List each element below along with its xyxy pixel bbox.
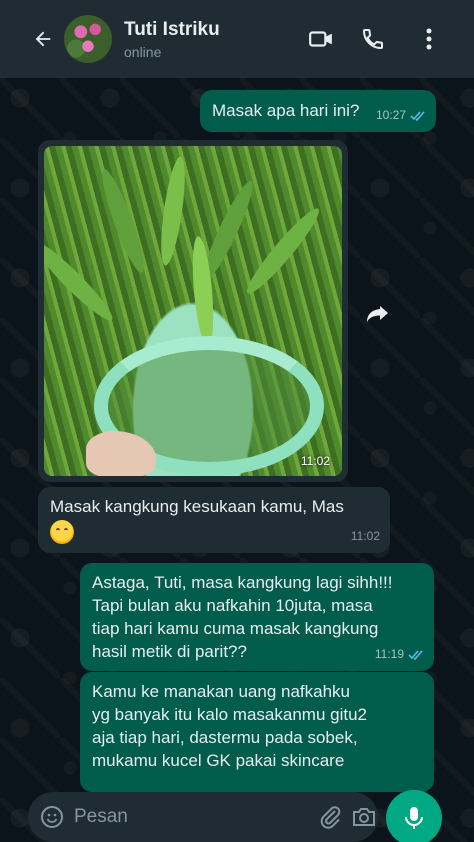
microphone-icon[interactable] (386, 790, 442, 842)
contact-info[interactable]: Tuti Istriku online (124, 19, 304, 60)
contact-status: online (124, 43, 162, 60)
message-time: 10:27 (375, 108, 406, 122)
message-outgoing[interactable]: Kamu ke manakan uang nafkahku yg banyak … (80, 672, 434, 792)
message-text: Masak kangkung kesukaan kamu, Mas (50, 497, 344, 516)
message-incoming[interactable]: Masak kangkung kesukaan kamu, Mas 11:02 (38, 487, 390, 553)
message-time: 11:02 (300, 454, 330, 468)
message-composer (28, 792, 378, 842)
message-line: Kamu ke manakan uang nafkahku (92, 682, 351, 701)
message-input[interactable] (74, 806, 319, 828)
smiling-face-emoji (50, 520, 74, 544)
paperclip-icon[interactable] (319, 800, 343, 834)
message-time: 11:02 (350, 529, 380, 543)
video-camera-icon[interactable] (304, 22, 338, 56)
message-incoming-image[interactable]: 11:02 (38, 140, 348, 482)
forward-icon[interactable] (360, 296, 396, 332)
read-ticks-icon (408, 650, 423, 660)
message-outgoing[interactable]: Masak apa hari ini? 10:27 (200, 90, 436, 132)
message-text: Masak apa hari ini? (212, 101, 360, 120)
message-line: hasil metik di parit?? (92, 642, 247, 661)
message-line: aja tiap hari, dastermu pada sobek, (92, 728, 358, 747)
contact-name: Tuti Istriku (124, 18, 220, 40)
message-meta: 10:27 (376, 104, 426, 127)
contact-avatar[interactable] (64, 15, 112, 63)
message-line: tiap hari kamu cuma masak kangkung (92, 619, 379, 638)
read-ticks-icon (410, 111, 425, 121)
kangkung-photo[interactable]: 11:02 (44, 146, 342, 476)
message-meta: 11:19 (375, 643, 424, 666)
message-line: Astaga, Tuti, masa kangkung lagi sihh!!! (92, 573, 393, 592)
camera-icon[interactable] (351, 800, 377, 834)
message-line: yg banyak itu kalo masakanmu gitu2 (92, 705, 367, 724)
phone-icon[interactable] (356, 22, 390, 56)
arrow-left-icon[interactable] (28, 24, 58, 54)
emoji-icon[interactable] (40, 802, 64, 832)
chat-header: Tuti Istriku online (0, 0, 474, 78)
message-time: 11:19 (374, 647, 404, 661)
more-vertical-icon[interactable] (412, 22, 446, 56)
message-line: Tapi bulan aku nafkahin 10juta, masa (92, 596, 373, 615)
message-line: mukamu kucel GK pakai skincare (92, 751, 345, 770)
message-outgoing[interactable]: Astaga, Tuti, masa kangkung lagi sihh!!!… (80, 563, 434, 671)
message-meta: 11:02 (351, 525, 380, 548)
